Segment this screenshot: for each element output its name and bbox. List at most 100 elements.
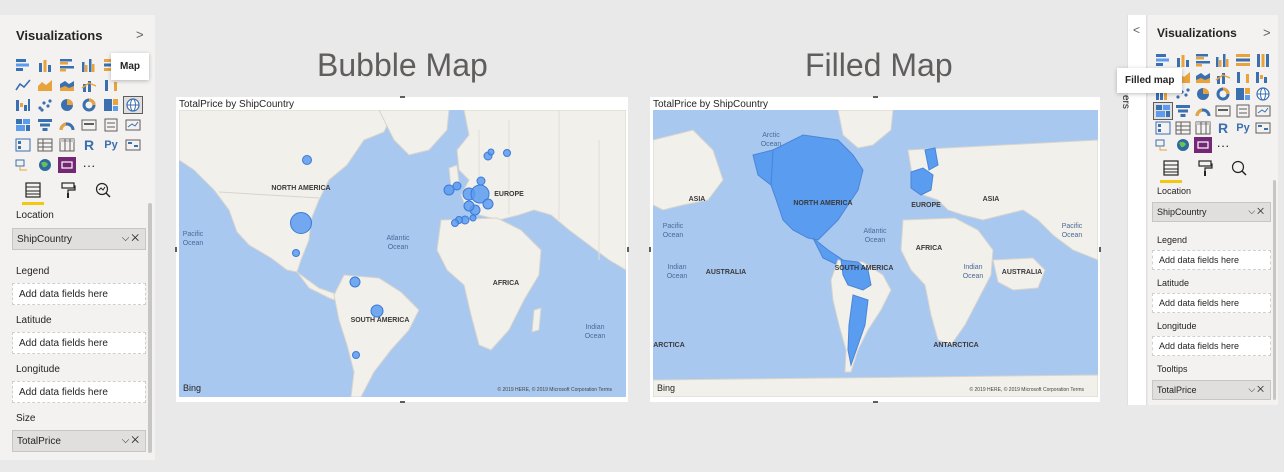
- matrix-icon[interactable]: [1194, 120, 1212, 136]
- more-visuals-icon[interactable]: ···: [1214, 137, 1232, 153]
- pane-scrollbar[interactable]: [1273, 180, 1276, 400]
- r-script-visual-icon[interactable]: R: [80, 137, 98, 153]
- collapse-pane-button[interactable]: >: [136, 27, 144, 42]
- collapse-pane-button[interactable]: >: [1263, 25, 1271, 40]
- funnel-chart-icon[interactable]: [36, 117, 54, 133]
- field-controls[interactable]: ⌵✕: [122, 233, 141, 244]
- bing-logo: Bing: [183, 383, 202, 393]
- expand-filters-button[interactable]: <: [1133, 23, 1140, 37]
- format-tab[interactable]: [57, 179, 79, 201]
- kpi-icon[interactable]: [124, 117, 142, 133]
- gauge-icon[interactable]: [1194, 103, 1212, 119]
- decomposition-tree-icon[interactable]: [14, 157, 32, 173]
- table-icon[interactable]: [36, 137, 54, 153]
- power-apps-icon[interactable]: [1194, 137, 1212, 153]
- pane-scrollbar[interactable]: [148, 203, 152, 453]
- scatter-chart-icon[interactable]: [36, 97, 54, 113]
- resize-handle[interactable]: [873, 96, 878, 98]
- python-visual-icon[interactable]: Py: [1234, 120, 1252, 136]
- python-visual-icon[interactable]: Py: [102, 137, 120, 153]
- field-controls[interactable]: ⌵✕: [122, 435, 141, 446]
- resize-handle[interactable]: [175, 247, 177, 252]
- filled-map-icon[interactable]: [1153, 102, 1173, 120]
- treemap-icon[interactable]: [102, 97, 120, 113]
- legend-drop-zone[interactable]: Add data fields here: [12, 283, 146, 305]
- map-copyright[interactable]: © 2019 HERE, © 2019 Microsoft Corporatio…: [497, 387, 612, 393]
- latitude-drop-zone[interactable]: Add data fields here: [12, 332, 146, 354]
- ribbon-chart-icon[interactable]: [1234, 69, 1252, 85]
- field-controls[interactable]: ⌵✕: [1248, 206, 1266, 217]
- funnel-chart-icon[interactable]: [1174, 103, 1192, 119]
- format-tab[interactable]: [1194, 157, 1216, 179]
- decomposition-tree-icon[interactable]: [1154, 137, 1172, 153]
- table-icon[interactable]: [1174, 120, 1192, 136]
- stacked-column-chart-icon[interactable]: [1174, 52, 1192, 68]
- longitude-drop-zone[interactable]: Add data fields here: [12, 381, 146, 403]
- r-script-visual-icon[interactable]: R: [1214, 120, 1232, 136]
- filled-map-icon[interactable]: [14, 117, 32, 133]
- multi-row-card-icon[interactable]: [102, 117, 120, 133]
- slicer-icon[interactable]: [14, 137, 32, 153]
- line-and-column-chart-icon[interactable]: [80, 77, 98, 93]
- line-chart-icon[interactable]: [14, 77, 32, 93]
- card-icon[interactable]: [1214, 103, 1232, 119]
- resize-handle[interactable]: [400, 401, 405, 403]
- analytics-tab[interactable]: [1228, 157, 1250, 179]
- tooltips-field-pill[interactable]: TotalPrice ⌵✕: [1152, 380, 1271, 400]
- kpi-icon[interactable]: [1254, 103, 1272, 119]
- pie-chart-icon[interactable]: [58, 97, 76, 113]
- power-apps-icon[interactable]: [58, 157, 76, 173]
- more-visuals-icon[interactable]: ···: [80, 157, 98, 173]
- resize-handle[interactable]: [873, 401, 878, 403]
- resize-handle[interactable]: [1099, 247, 1101, 252]
- longitude-drop-zone[interactable]: Add data fields here: [1152, 336, 1271, 356]
- matrix-icon[interactable]: [58, 137, 76, 153]
- resize-handle[interactable]: [400, 96, 405, 98]
- latitude-drop-zone[interactable]: Add data fields here: [1152, 293, 1271, 313]
- 100-stacked-bar-icon[interactable]: [1234, 52, 1252, 68]
- location-field-pill[interactable]: ShipCountry ⌵✕: [12, 228, 146, 250]
- map-visual-icon[interactable]: [1254, 86, 1272, 102]
- gauge-icon[interactable]: [58, 117, 76, 133]
- 100-stacked-column-icon[interactable]: [1254, 52, 1272, 68]
- clustered-column-chart-icon[interactable]: [1214, 52, 1232, 68]
- stacked-bar-chart-icon[interactable]: [14, 57, 32, 73]
- waterfall-chart-icon[interactable]: [1254, 69, 1272, 85]
- clustered-bar-chart-icon[interactable]: [1194, 52, 1212, 68]
- key-influencers-icon[interactable]: [1254, 120, 1272, 136]
- map-visual-icon[interactable]: [123, 96, 143, 114]
- field-controls[interactable]: ⌵✕: [1248, 384, 1266, 395]
- slicer-icon[interactable]: [1154, 120, 1172, 136]
- card-icon[interactable]: [80, 117, 98, 133]
- key-influencers-icon[interactable]: [124, 137, 142, 153]
- fields-tab[interactable]: [22, 179, 44, 205]
- map-copyright[interactable]: © 2019 HERE, © 2019 Microsoft Corporatio…: [969, 387, 1084, 393]
- filled-map-canvas[interactable]: Arctic Ocean ASIA NORTH AMERICA EUROPE A…: [653, 110, 1098, 397]
- donut-chart-icon[interactable]: [1214, 86, 1232, 102]
- arcgis-map-icon[interactable]: [36, 157, 54, 173]
- size-field-pill[interactable]: TotalPrice ⌵✕: [12, 430, 146, 452]
- legend-drop-zone[interactable]: Add data fields here: [1152, 250, 1271, 270]
- stacked-bar-chart-icon[interactable]: [1154, 52, 1172, 68]
- resize-handle[interactable]: [627, 247, 629, 252]
- bubble-map-visual[interactable]: TotalPrice by ShipCountry NORTH AMERICA …: [175, 96, 629, 403]
- stacked-area-chart-icon[interactable]: [58, 77, 76, 93]
- clustered-column-chart-icon[interactable]: [80, 57, 98, 73]
- donut-chart-icon[interactable]: [80, 97, 98, 113]
- line-and-column-chart-icon[interactable]: [1214, 69, 1232, 85]
- arcgis-map-icon[interactable]: [1174, 137, 1192, 153]
- waterfall-icon[interactable]: [14, 97, 32, 113]
- treemap-icon[interactable]: [1234, 86, 1252, 102]
- resize-handle[interactable]: [649, 247, 651, 252]
- clustered-bar-chart-icon[interactable]: [58, 57, 76, 73]
- stacked-area-chart-icon[interactable]: [1194, 69, 1212, 85]
- bubble-map-canvas[interactable]: NORTH AMERICA EUROPE AFRICA SOUTH AMERIC…: [179, 110, 626, 397]
- area-chart-icon[interactable]: [36, 77, 54, 93]
- filled-map-visual[interactable]: TotalPrice by ShipCountry Arctic Ocean A…: [649, 96, 1101, 403]
- stacked-column-chart-icon[interactable]: [36, 57, 54, 73]
- location-field-pill[interactable]: ShipCountry ⌵✕: [1152, 202, 1271, 222]
- fields-tab[interactable]: [1160, 157, 1182, 183]
- analytics-tab[interactable]: [92, 179, 114, 201]
- multi-row-card-icon[interactable]: [1234, 103, 1252, 119]
- pie-chart-icon[interactable]: [1194, 86, 1212, 102]
